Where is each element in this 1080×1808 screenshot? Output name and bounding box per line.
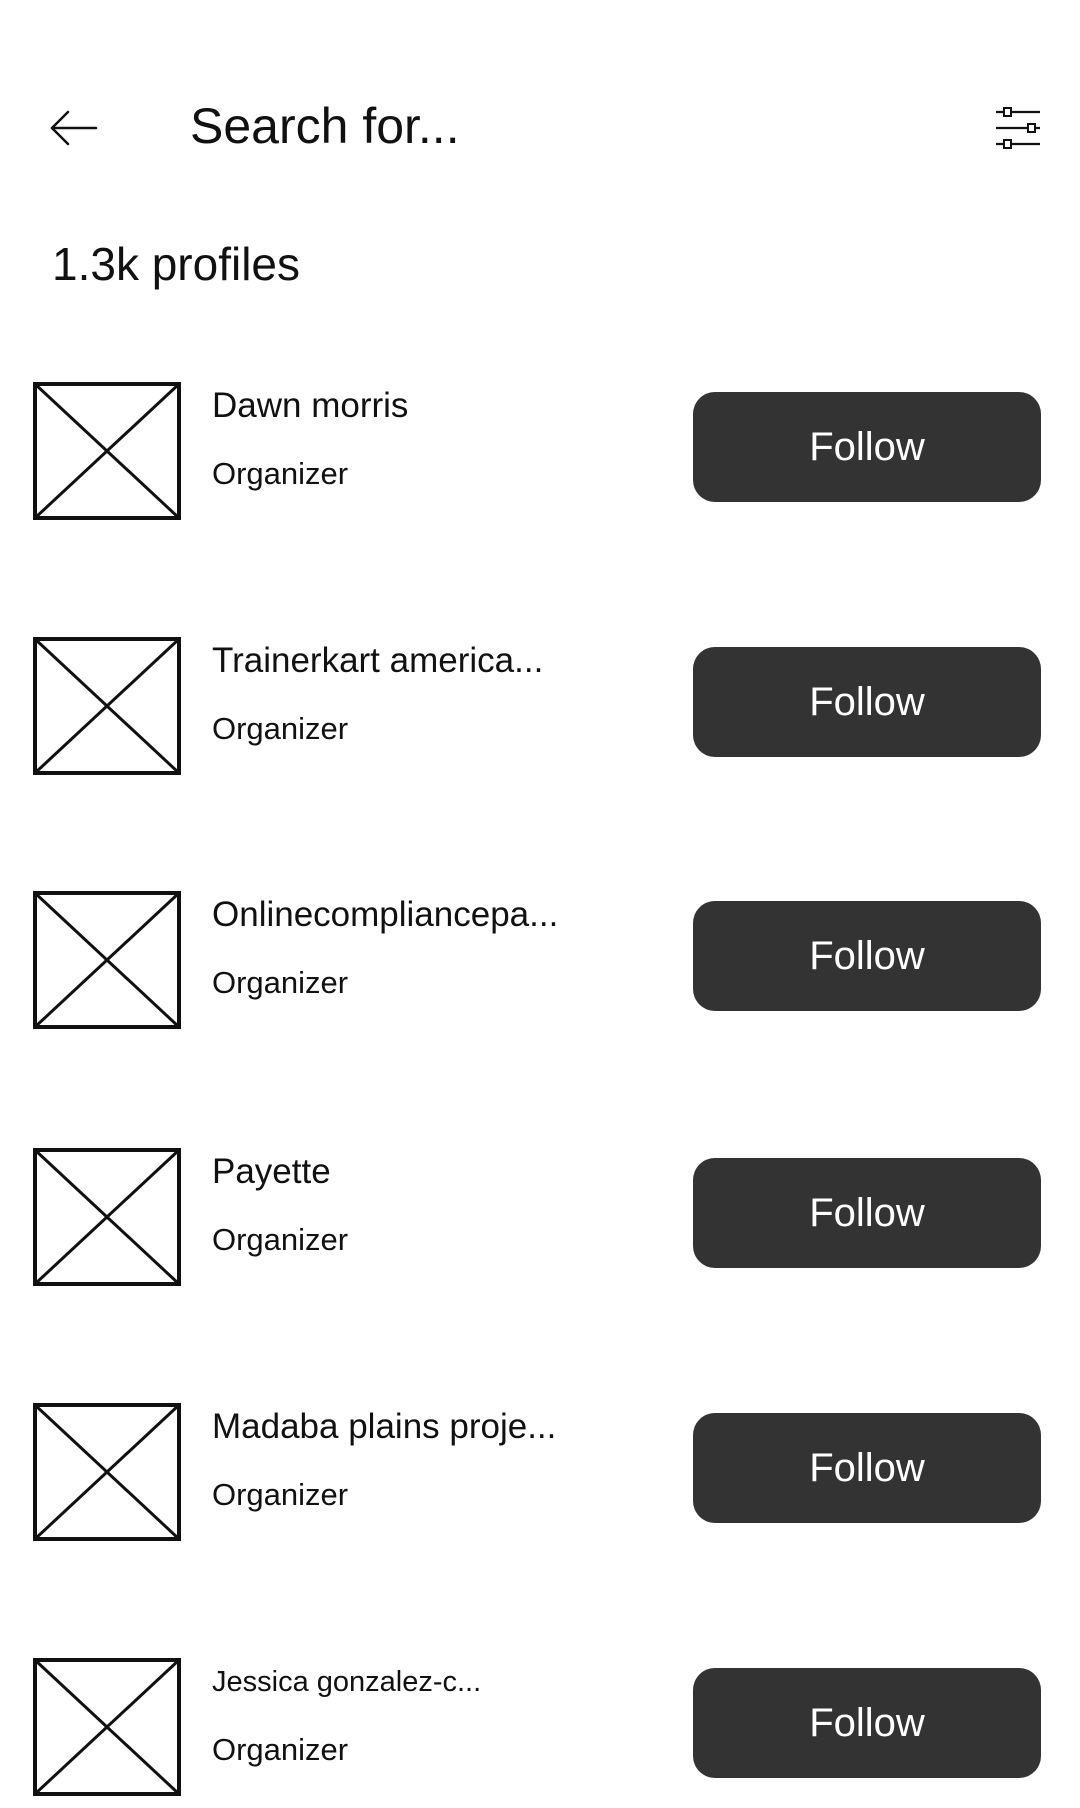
profile-name: Jessica gonzalez-c... <box>212 1666 482 1698</box>
profile-role: Organizer <box>212 1222 349 1257</box>
avatar <box>33 891 181 1029</box>
profile-name: Madaba plains proje... <box>212 1407 557 1446</box>
filter-button[interactable] <box>990 100 1046 156</box>
image-placeholder-icon <box>33 891 181 1029</box>
profile-row[interactable]: Onlinecompliancepa... Organizer Follow <box>0 891 1080 1041</box>
avatar <box>33 1403 181 1541</box>
follow-button[interactable]: Follow <box>693 1413 1041 1523</box>
avatar <box>33 382 181 520</box>
follow-button[interactable]: Follow <box>693 901 1041 1011</box>
profile-role: Organizer <box>212 711 349 746</box>
top-bar: Search for... <box>0 0 1080 200</box>
back-button[interactable] <box>44 100 104 156</box>
results-count: 1.3k profiles <box>52 238 301 290</box>
sliders-icon <box>996 107 1040 149</box>
profile-name: Onlinecompliancepa... <box>212 895 559 934</box>
profile-row[interactable]: Payette Organizer Follow <box>0 1148 1080 1298</box>
avatar <box>33 1658 181 1796</box>
follow-button[interactable]: Follow <box>693 1158 1041 1268</box>
follow-button[interactable]: Follow <box>693 647 1041 757</box>
image-placeholder-icon <box>33 1403 181 1541</box>
profile-role: Organizer <box>212 1477 349 1512</box>
image-placeholder-icon <box>33 1658 181 1796</box>
profile-row[interactable]: Jessica gonzalez-c... Organizer Follow <box>0 1658 1080 1808</box>
avatar <box>33 1148 181 1286</box>
profile-name: Dawn morris <box>212 386 409 425</box>
profile-row[interactable]: Trainerkart america... Organizer Follow <box>0 637 1080 787</box>
image-placeholder-icon <box>33 637 181 775</box>
avatar <box>33 637 181 775</box>
profile-role: Organizer <box>212 965 349 1000</box>
profile-role: Organizer <box>212 1732 349 1767</box>
search-input[interactable]: Search for... <box>190 96 460 156</box>
profile-name: Trainerkart america... <box>212 641 544 680</box>
arrow-left-icon <box>50 110 98 146</box>
follow-button[interactable]: Follow <box>693 392 1041 502</box>
follow-button[interactable]: Follow <box>693 1668 1041 1778</box>
image-placeholder-icon <box>33 1148 181 1286</box>
profile-role: Organizer <box>212 456 349 491</box>
profile-row[interactable]: Dawn morris Organizer Follow <box>0 382 1080 532</box>
profile-name: Payette <box>212 1152 331 1191</box>
image-placeholder-icon <box>33 382 181 520</box>
profile-row[interactable]: Madaba plains proje... Organizer Follow <box>0 1403 1080 1553</box>
